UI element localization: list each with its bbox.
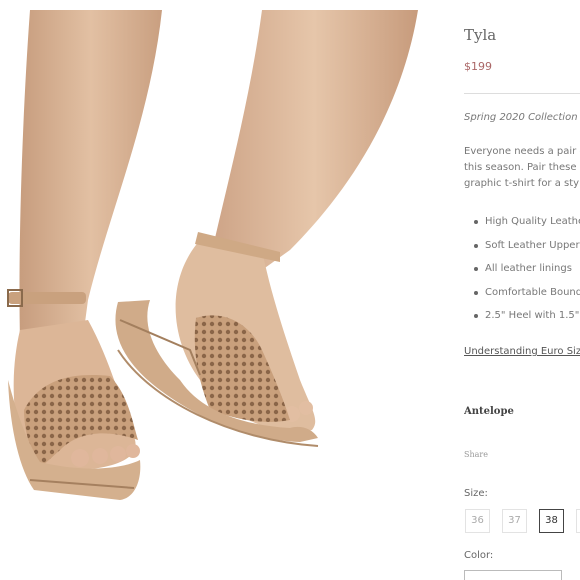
feature-text: Comfortable Bound [485,286,580,298]
product-details: Tyla $199 Spring 2020 Collection Everyon… [464,0,580,580]
color-select[interactable] [464,570,562,580]
bullet-icon [474,290,478,295]
bullet-icon [474,267,478,271]
share-button[interactable]: Share [464,450,488,459]
variant-name: Antelope [464,406,514,417]
product-image [0,0,440,580]
product-price: $199 [464,60,492,73]
product-photo [7,10,418,500]
feature-item: Soft Leather Upper [464,234,580,258]
description-line: Everyone needs a pair o [464,146,580,157]
size-option-37[interactable]: 37 [502,509,527,533]
size-guide-link[interactable]: Understanding Euro Siz [464,346,580,357]
feature-text: Soft Leather Upper [485,239,580,251]
size-option-36[interactable]: 36 [465,509,490,533]
color-label: Color: [464,550,494,561]
bullet-icon [474,220,478,224]
feature-text: All leather linings [485,263,572,274]
bullet-icon [474,243,478,248]
feature-item: High Quality Leathe [464,210,580,234]
size-option-more[interactable] [576,509,580,533]
feature-item: 2.5" Heel with 1.5" P [464,304,580,328]
collection-label: Spring 2020 Collection [464,112,578,123]
size-option-38[interactable]: 38 [539,509,564,533]
description-line: graphic t-shirt for a sty [464,178,580,189]
feature-text: High Quality Leathe [485,216,580,227]
size-label: Size: [464,488,488,499]
feature-list: High Quality Leathe Soft Leather Upper A… [464,210,580,328]
product-title: Tyla [464,26,497,44]
bullet-icon [474,314,478,318]
description-line: this season. Pair these [464,162,577,173]
feature-text: 2.5" Heel with 1.5" P [485,310,580,321]
feature-item: All leather linings [464,257,580,281]
feature-item: Comfortable Bound [464,281,580,305]
divider [464,93,580,94]
